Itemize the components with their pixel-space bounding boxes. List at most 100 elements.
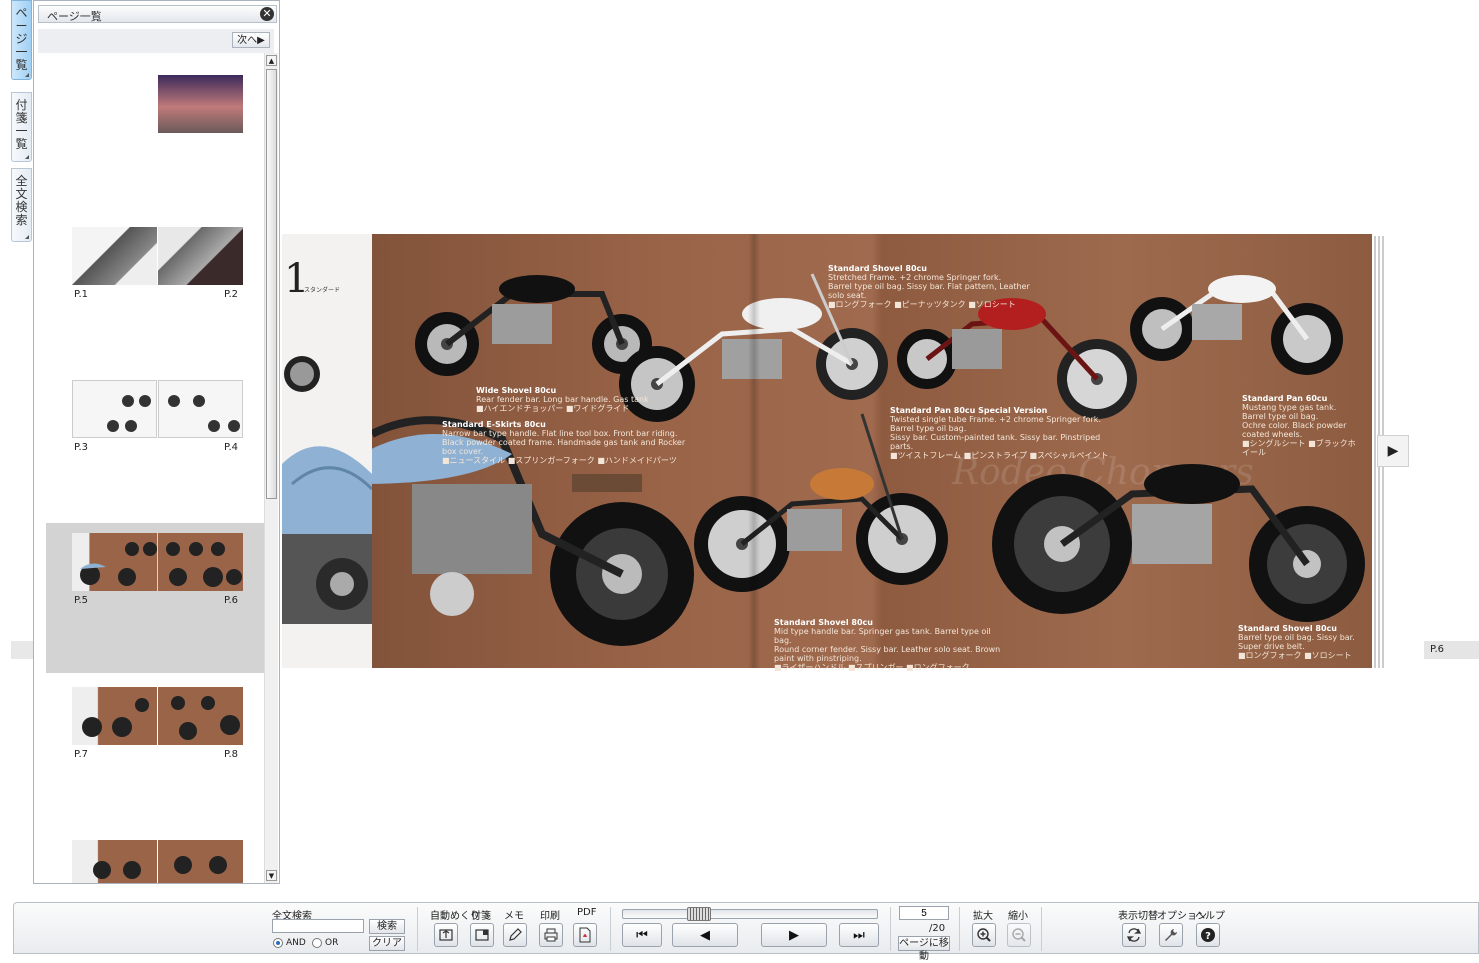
page-title-fragment: 1 bbox=[284, 256, 309, 302]
side-tab-page-list-label: ページ一覧 bbox=[15, 7, 27, 72]
svg-text:?: ? bbox=[1205, 931, 1211, 942]
page-edge-stack bbox=[1374, 236, 1376, 668]
toolbar-separator bbox=[417, 907, 418, 951]
clear-button[interactable]: クリア bbox=[369, 936, 405, 951]
zoom-in-label: 拡大 bbox=[973, 911, 993, 922]
scrollbar-thumb[interactable] bbox=[266, 69, 277, 499]
side-tab-fulltext-search-label: 全文検索 bbox=[15, 175, 27, 227]
zoom-out-icon[interactable] bbox=[1007, 923, 1031, 947]
search-button[interactable]: 検索 bbox=[369, 919, 405, 934]
tab-label-char: 索 bbox=[15, 213, 28, 227]
thumbnail-scrollbar[interactable]: ▲ ▼ bbox=[264, 53, 278, 883]
or-radio-label: OR bbox=[325, 938, 339, 948]
pdf-icon[interactable] bbox=[573, 923, 597, 947]
thumbnail-p9-10[interactable] bbox=[72, 840, 243, 883]
page-title-sub: スタンダード bbox=[304, 286, 340, 294]
thumbnail-left-label: P.7 bbox=[74, 749, 89, 760]
display-switch-label: 表示切替 bbox=[1118, 911, 1158, 922]
toolbar-separator bbox=[610, 907, 611, 951]
thumbnail-p3-4[interactable] bbox=[72, 380, 243, 440]
left-page-strip bbox=[11, 641, 33, 659]
caption-standard-shovel-2: Standard Shovel 80cu Mid type handle bar.… bbox=[774, 618, 1001, 672]
page-slider-track[interactable] bbox=[622, 907, 878, 921]
thumbnail-p7-image bbox=[72, 687, 157, 745]
scroll-up-arrow-icon[interactable]: ▲ bbox=[266, 55, 277, 66]
page-slider-handle[interactable] bbox=[687, 907, 711, 921]
thumbnail-right-label: P.2 bbox=[224, 289, 239, 300]
or-radio[interactable] bbox=[312, 938, 322, 948]
caption-standard-shovel-3: Standard Shovel 80cu Barrel type oil bag.… bbox=[1238, 624, 1355, 660]
panel-title: ページ一覧 bbox=[47, 10, 102, 23]
caption-standard-e-skirts: Standard E-Skirts 80cu Narrow bar type ha… bbox=[442, 420, 686, 465]
spread-spine bbox=[748, 234, 760, 668]
sticky-note-icon[interactable] bbox=[470, 923, 494, 947]
thumbnail-p8-image bbox=[158, 687, 243, 745]
side-tab-sticky-list[interactable]: 付箋一覧 bbox=[11, 92, 32, 162]
thumbnail-right-label: P.8 bbox=[224, 749, 239, 760]
thumbnail-p4-image bbox=[158, 380, 243, 438]
fulltext-search-input[interactable] bbox=[272, 919, 364, 933]
close-icon[interactable]: ✕ bbox=[260, 7, 274, 21]
thumbnail-p7-8[interactable] bbox=[72, 687, 243, 747]
thumbnail-p1-image bbox=[72, 227, 157, 285]
zoom-in-icon[interactable] bbox=[972, 923, 996, 947]
first-page-button[interactable]: ⏮ bbox=[622, 923, 662, 947]
bike-standard-pan-special bbox=[897, 298, 1137, 419]
toolbar-separator bbox=[890, 907, 891, 951]
panel-header: ページ一覧 ✕ bbox=[38, 5, 277, 23]
side-tab-page-list[interactable]: ページ一覧 bbox=[11, 0, 32, 80]
auto-flip-icon[interactable] bbox=[434, 923, 458, 947]
thumbnail-list[interactable]: P.1 P.2 P.3 P.4 P.5 P.6 P.7 P.8 bbox=[34, 53, 264, 883]
prev-page-button[interactable]: ◀ bbox=[672, 923, 738, 947]
page-total: /20 bbox=[929, 923, 946, 934]
thumbnail-left-label: P.1 bbox=[74, 289, 89, 300]
print-label: 印刷 bbox=[540, 911, 560, 922]
side-tab-fulltext-search[interactable]: 全文検索 bbox=[11, 168, 32, 242]
display-switch-icon[interactable] bbox=[1122, 923, 1146, 947]
thumbnail-cover[interactable] bbox=[72, 75, 243, 135]
zoom-out-label: 縮小 bbox=[1008, 911, 1028, 922]
tab-corner-indicator bbox=[25, 73, 29, 77]
and-radio[interactable] bbox=[273, 938, 283, 948]
tab-corner-indicator bbox=[25, 235, 29, 239]
help-label: ヘルプ bbox=[1195, 911, 1225, 922]
thumbnail-right-label: P.6 bbox=[224, 595, 239, 606]
bike-standard-shovel-black bbox=[992, 464, 1365, 622]
thumbnail-right-label: P.4 bbox=[224, 442, 239, 453]
and-radio-label: AND bbox=[286, 938, 306, 948]
memo-pencil-icon[interactable] bbox=[503, 923, 527, 947]
tab-label-char: 覧 bbox=[15, 137, 28, 151]
thumbnail-p9-image bbox=[72, 840, 157, 883]
scroll-down-arrow-icon[interactable]: ▼ bbox=[266, 870, 277, 881]
thumbnail-cover-image bbox=[158, 75, 243, 133]
panel-next-button[interactable]: 次へ▶ bbox=[232, 32, 270, 48]
page-list-panel: ページ一覧 ✕ 次へ▶ P.1 P.2 P.3 P.4 P.5 P.6 P.7 … bbox=[33, 0, 280, 884]
bike-wide-shovel bbox=[415, 275, 652, 376]
side-tab-sticky-list-label: 付箋一覧 bbox=[15, 99, 27, 151]
left-page-graphics: 1 スタンダード bbox=[282, 234, 374, 668]
bike-standard-pan-60 bbox=[1130, 275, 1343, 375]
memo-label: メモ bbox=[504, 911, 524, 922]
panel-nav-bar: 次へ▶ bbox=[38, 29, 274, 53]
print-icon[interactable] bbox=[539, 923, 563, 947]
caption-standard-shovel-1: Standard Shovel 80cu Stretched Frame. +2 … bbox=[828, 264, 1030, 309]
thumbnail-p1-2[interactable] bbox=[72, 227, 243, 287]
next-page-button[interactable]: ▶ bbox=[1377, 435, 1409, 467]
left-page-edge: 1 スタンダード bbox=[282, 234, 374, 668]
caption-standard-pan-special: Standard Pan 80cu Special Version Twisted… bbox=[890, 406, 1109, 460]
help-icon[interactable]: ? bbox=[1196, 923, 1220, 947]
bottom-toolbar: 全文検索 検索 クリア AND OR 自動めくり 付箋 メモ 印刷 PDF ⏮ … bbox=[13, 902, 1479, 962]
last-page-button[interactable]: ⏭ bbox=[839, 923, 879, 947]
page-number-input[interactable] bbox=[899, 906, 949, 920]
thumbnail-p5-6[interactable] bbox=[72, 533, 243, 593]
tab-label-char: 覧 bbox=[15, 58, 28, 72]
wrench-icon[interactable] bbox=[1159, 923, 1183, 947]
spread-background: Rodeo Choppers Wide Shovel 80cu Rear fen… bbox=[362, 234, 1372, 672]
thumbnail-left-label: P.5 bbox=[74, 595, 89, 606]
next-page-toolbar-button[interactable]: ▶ bbox=[761, 923, 827, 947]
pdf-label: PDF bbox=[577, 907, 597, 918]
thumbnail-p2-image bbox=[158, 227, 243, 285]
goto-page-button[interactable]: ページに移動 bbox=[898, 936, 950, 962]
thumbnail-p5-image bbox=[72, 533, 157, 591]
toolbar-separator bbox=[959, 907, 960, 951]
